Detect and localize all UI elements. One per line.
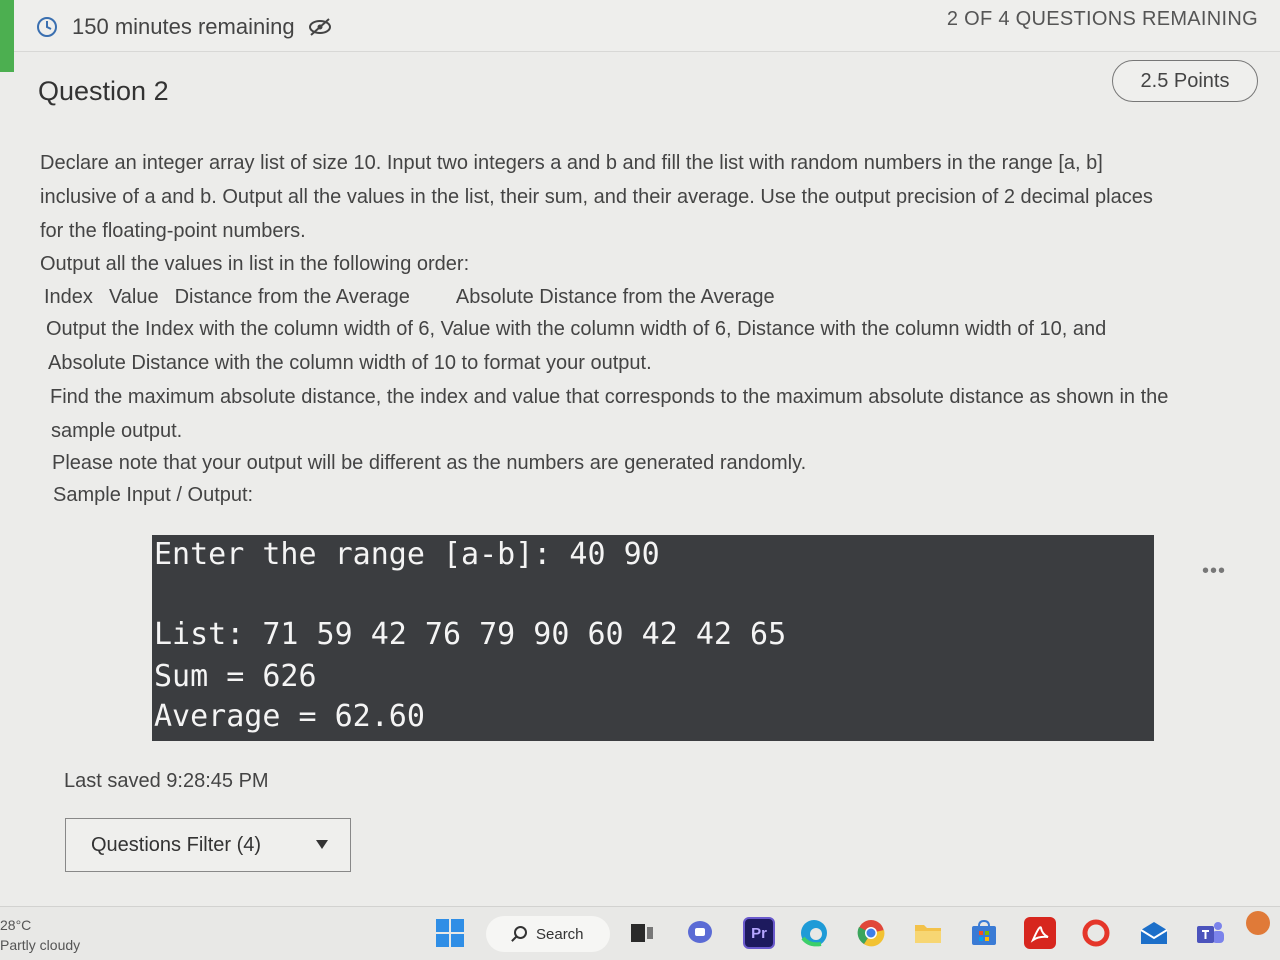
premiere-pro-icon[interactable]: Pr <box>743 917 775 949</box>
hide-timer-icon[interactable] <box>307 16 333 38</box>
timer-text: 150 minutes remaining <box>72 14 295 39</box>
edge-browser-icon[interactable] <box>798 917 830 949</box>
quiz-page: 150 minutes remaining 2 OF 4 QUESTIONS R… <box>0 0 1280 906</box>
question-line: for the floating-point numbers. <box>40 220 306 242</box>
mail-icon[interactable] <box>1138 917 1170 949</box>
acrobat-reader-icon[interactable] <box>1024 917 1056 949</box>
timer: 150 minutes remaining <box>36 14 333 40</box>
taskbar: 28°C Partly cloudy Search Pr <box>0 906 1280 960</box>
office-icon[interactable] <box>1080 917 1112 949</box>
taskbar-search-label: Search <box>536 925 584 943</box>
question-line: Sample Input / Output: <box>53 484 254 506</box>
question-line: sample output. <box>51 420 183 442</box>
questions-filter-label: Questions Filter (4) <box>91 833 262 856</box>
teams-icon[interactable] <box>1194 917 1226 949</box>
question-line: Please note that your output will be dif… <box>52 452 807 474</box>
weather-widget[interactable]: 28°C Partly cloudy <box>0 915 80 955</box>
question-line: Absolute Distance with the column width … <box>48 352 652 374</box>
chrome-browser-icon[interactable] <box>855 917 887 949</box>
question-line: Output all the values in list in the fol… <box>40 253 470 275</box>
microsoft-store-icon[interactable] <box>968 917 1000 949</box>
question-line: Find the maximum absolute distance, the … <box>50 386 1169 408</box>
console-line-average: Average = 62.60 <box>154 699 425 734</box>
weather-temperature: 28°C <box>0 917 32 933</box>
console-line-sum: Sum = 626 <box>154 659 317 694</box>
points-badge: 2.5 Points <box>1112 60 1258 102</box>
progress-accent <box>0 0 14 72</box>
premiere-pro-label: Pr <box>751 924 767 942</box>
clock-icon <box>37 17 57 37</box>
taskbar-search[interactable]: Search <box>486 916 610 952</box>
question-line: Declare an integer array list of size 10… <box>40 152 1103 174</box>
question-line: Output the Index with the column width o… <box>46 318 1107 340</box>
file-explorer-icon[interactable] <box>912 917 944 949</box>
column-headers: Index Value Distance from the Average Ab… <box>44 286 775 309</box>
column-distance: Distance from the Average <box>174 286 410 308</box>
sample-output-console: Enter the range [a-b]: 40 90 List: 71 59… <box>152 535 1154 741</box>
windows-start-icon[interactable] <box>434 917 466 949</box>
windows-logo-icon <box>436 919 464 947</box>
column-index: Index <box>44 286 93 308</box>
console-line-prompt: Enter the range [a-b]: 40 90 <box>154 537 660 572</box>
questions-filter-dropdown[interactable]: Questions Filter (4) <box>65 818 351 872</box>
questions-remaining: 2 OF 4 QUESTIONS REMAINING <box>946 8 1258 30</box>
more-options-icon[interactable]: ••• <box>1202 560 1226 583</box>
task-view-icon[interactable] <box>626 917 658 949</box>
profile-icon[interactable] <box>1246 911 1270 935</box>
console-line-list: List: 71 59 42 76 79 90 60 42 42 65 <box>154 617 787 652</box>
question-line: inclusive of a and b. Output all the val… <box>40 186 1153 208</box>
teams-chat-icon[interactable] <box>685 917 717 949</box>
column-absolute-distance: Absolute Distance from the Average <box>455 286 775 308</box>
column-value: Value <box>108 286 159 308</box>
last-saved-status: Last saved 9:28:45 PM <box>64 770 269 792</box>
weather-condition: Partly cloudy <box>0 937 81 953</box>
caret-down-icon <box>316 840 328 849</box>
question-title: Question 2 <box>38 76 169 106</box>
search-icon <box>514 926 527 939</box>
